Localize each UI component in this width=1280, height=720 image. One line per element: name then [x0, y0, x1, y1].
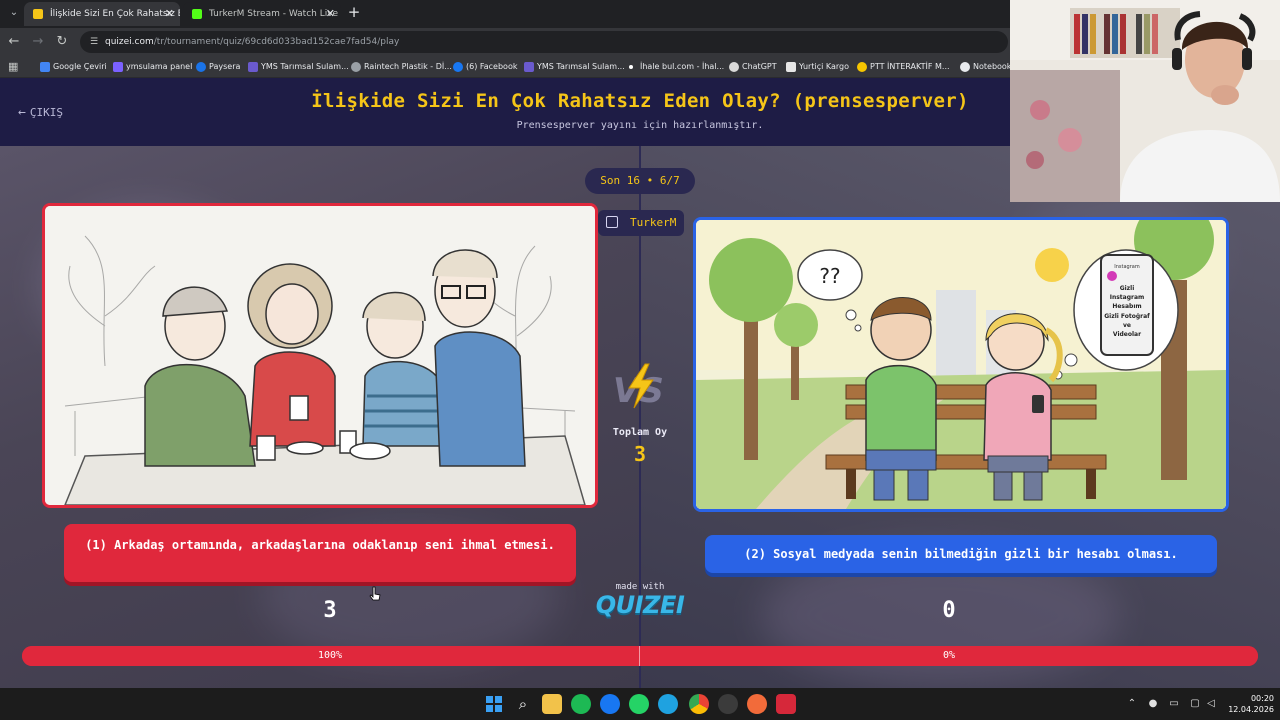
- chrome-icon[interactable]: [689, 694, 709, 714]
- site-info-icon[interactable]: ☰: [88, 36, 100, 48]
- tab-title: TurkerM Stream - Watch Live o: [209, 9, 341, 19]
- option-2-percent: 0%: [942, 650, 956, 661]
- friends-laughing-illustration: [45, 206, 595, 505]
- option-1-card[interactable]: [42, 203, 598, 508]
- obs-icon[interactable]: [718, 694, 738, 714]
- bookmark-yms-1[interactable]: YMS Tarımsal Sulam...: [248, 56, 349, 78]
- bookmark-yurtici[interactable]: Yurtiçi Kargo: [786, 56, 849, 78]
- edge-icon[interactable]: [658, 694, 678, 714]
- phone-text-1: Gizli: [1120, 285, 1135, 292]
- vote-progress-bar: 100% 0%: [22, 646, 1258, 666]
- ptt-icon: [857, 62, 867, 72]
- bookmark-chatgpt[interactable]: ChatGPT: [729, 56, 777, 78]
- windows-start-icon[interactable]: [484, 694, 504, 714]
- system-clock[interactable]: 00:20 12.04.2026: [1226, 693, 1274, 715]
- yms-icon: [524, 62, 534, 72]
- total-votes-value: 3: [633, 442, 647, 466]
- microphone-icon[interactable]: ●: [1146, 697, 1160, 711]
- streamer-webcam-image: [1010, 0, 1280, 202]
- apps-grid-icon[interactable]: ▦: [8, 61, 20, 73]
- progress-divider: [639, 646, 640, 666]
- windows-taskbar: ⌕ ⌃ ● ▭ ▢ ◁ 00:20 12.04.2026: [0, 688, 1280, 720]
- google-translate-icon: [40, 62, 50, 72]
- bookmark-facebook[interactable]: (6) Facebook: [453, 56, 517, 78]
- yms-icon: [248, 62, 258, 72]
- new-tab-plus-icon[interactable]: +: [345, 3, 363, 21]
- phone-text-4: Gizli Fotoğraf: [1104, 313, 1150, 320]
- volume-icon[interactable]: ◁: [1204, 697, 1218, 711]
- tray-chevron-icon[interactable]: ⌃: [1126, 697, 1138, 711]
- bookmark-notebooklm[interactable]: NotebookL: [960, 56, 1016, 78]
- option-1-percent: 100%: [317, 650, 343, 661]
- kick-favicon-icon: [192, 9, 202, 19]
- spotify-icon[interactable]: [571, 694, 591, 714]
- option-2-button[interactable]: (2) Sosyal medyada senin bilmediğin gizl…: [705, 535, 1217, 573]
- bookmark-ptt[interactable]: PTT İNTERAKTİF M...: [857, 56, 950, 78]
- search-icon[interactable]: ⌕: [513, 694, 533, 714]
- webcam-overlay: [1010, 0, 1280, 202]
- stream-icon: [606, 216, 618, 228]
- phone-text-3: Hesabım: [1112, 303, 1141, 310]
- facebook-icon[interactable]: [600, 694, 620, 714]
- reload-icon[interactable]: ↻: [53, 33, 71, 51]
- phone-text-5: ve: [1123, 322, 1131, 329]
- bookmark-raintech[interactable]: Raintech Plastik - Dİ...: [351, 56, 452, 78]
- file-explorer-icon[interactable]: [542, 694, 562, 714]
- notebooklm-icon: [960, 62, 970, 72]
- yurtici-icon: [786, 62, 796, 72]
- vs-lightning-icon: VS: [613, 363, 664, 411]
- bookmark-google-ceviri[interactable]: Google Çeviri: [40, 56, 107, 78]
- phone-text-6: Videolar: [1113, 331, 1141, 338]
- bookmark-ihale[interactable]: İhale bul.com - İhal...: [627, 56, 724, 78]
- clock-date: 12.04.2026: [1228, 705, 1274, 714]
- quizei-favicon-icon: [33, 9, 43, 19]
- clock-time: 00:20: [1250, 694, 1274, 703]
- option-2-card[interactable]: ?? Instagram Gizli Instagram Hesabım Giz…: [693, 217, 1229, 512]
- total-votes-label: Toplam Oy: [612, 427, 668, 438]
- option-1-button[interactable]: (1) Arkadaş ortamında, arkadaşlarına oda…: [64, 524, 576, 582]
- whatsapp-icon[interactable]: [629, 694, 649, 714]
- bookmark-ymsulama-panel[interactable]: ymsulama panel: [113, 56, 192, 78]
- address-bar[interactable]: ☰ quizei.com/tr/tournament/quiz/69cd6d03…: [80, 31, 1008, 53]
- tab-search-chevron-icon[interactable]: ⌄: [6, 5, 22, 21]
- quizei-logo[interactable]: QUIZEI: [594, 591, 686, 619]
- phone-header: Instagram: [1114, 264, 1140, 270]
- tab-quiz[interactable]: İlişkide Sizi En Çok Rahatsız Eden ✕: [24, 2, 180, 26]
- bookmark-paysera[interactable]: Paysera: [196, 56, 240, 78]
- ymsulama-icon: [113, 62, 123, 72]
- forward-arrow-icon[interactable]: →: [29, 33, 47, 51]
- round-indicator: Son 16 • 6/7: [585, 168, 695, 194]
- keyboard-icon[interactable]: ▭: [1166, 697, 1182, 711]
- back-arrow-icon[interactable]: ←: [5, 33, 23, 51]
- thought-question-marks: ??: [819, 264, 840, 288]
- close-tab-icon[interactable]: ✕: [165, 2, 174, 26]
- couple-bench-illustration: ?? Instagram Gizli Instagram Hesabım Giz…: [696, 220, 1226, 509]
- network-icon[interactable]: ▢: [1188, 697, 1202, 711]
- streamer-tag: TurkerM: [598, 210, 684, 236]
- paysera-icon: [196, 62, 206, 72]
- address-url: quizei.com/tr/tournament/quiz/69cd6d033b…: [105, 37, 400, 47]
- globe-icon: [351, 62, 361, 72]
- app-orange-icon[interactable]: [747, 694, 767, 714]
- close-tab-icon[interactable]: ✕: [326, 2, 335, 26]
- facebook-icon: [453, 62, 463, 72]
- tab-title: İlişkide Sizi En Çok Rahatsız Eden: [50, 9, 180, 19]
- option-2-vote-count: 0: [942, 598, 956, 623]
- tab-stream[interactable]: TurkerM Stream - Watch Live o ✕: [183, 2, 341, 26]
- phone-text-2: Instagram: [1110, 294, 1145, 301]
- app-red-icon[interactable]: [776, 694, 796, 714]
- bookmark-yms-2[interactable]: YMS Tarımsal Sulam...: [524, 56, 625, 78]
- mouse-pointer-icon: [369, 586, 381, 601]
- option-1-vote-count: 3: [323, 598, 337, 623]
- ihale-icon: [629, 65, 633, 69]
- chatgpt-icon: [729, 62, 739, 72]
- vote-progress-fill: [22, 646, 1258, 666]
